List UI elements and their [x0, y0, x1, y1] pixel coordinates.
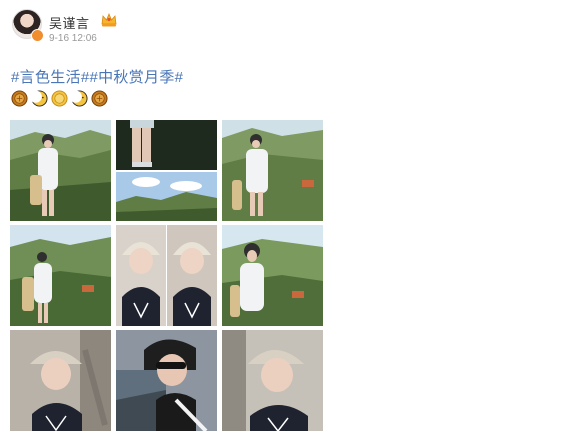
mooncake-icon	[91, 89, 108, 107]
crescent-moon-icon	[71, 89, 88, 107]
post-text[interactable]: #言色生活##中秋赏月季#	[11, 66, 183, 87]
photo-thumbnail[interactable]	[222, 225, 323, 326]
photo-thumbnail[interactable]	[116, 225, 217, 326]
weibo-post: 吴谨言 9-16 12:06 #言色生活##中秋赏月季#	[0, 0, 578, 447]
photo-thumbnail[interactable]	[116, 330, 217, 431]
photo-thumbnail[interactable]	[10, 330, 111, 431]
mooncake-icon	[51, 89, 68, 107]
crescent-moon-icon	[31, 89, 48, 107]
photo-thumbnail[interactable]	[222, 120, 323, 221]
post-timestamp[interactable]: 9-16 12:06	[49, 33, 97, 44]
emoji-row	[11, 89, 108, 107]
author-name[interactable]: 吴谨言	[49, 13, 90, 32]
photo-grid	[10, 120, 323, 431]
vip-crown-icon[interactable]	[100, 12, 118, 28]
photo-thumbnail[interactable]	[116, 120, 217, 221]
mooncake-icon	[11, 89, 28, 107]
photo-thumbnail[interactable]	[10, 225, 111, 326]
photo-thumbnail[interactable]	[222, 330, 323, 431]
photo-thumbnail[interactable]	[10, 120, 111, 221]
verified-badge-icon	[31, 29, 44, 42]
